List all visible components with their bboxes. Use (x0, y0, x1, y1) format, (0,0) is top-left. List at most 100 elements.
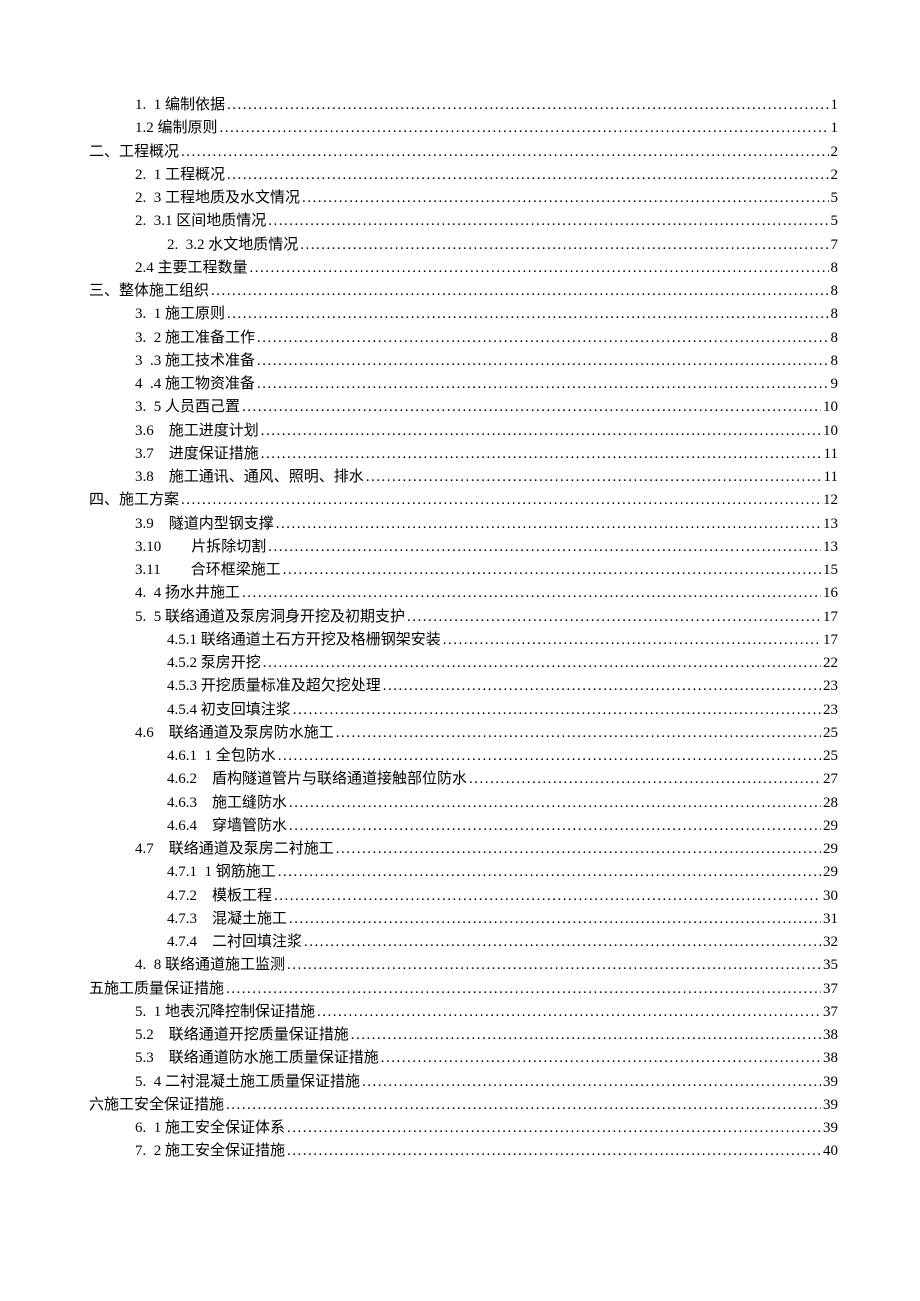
toc-leader-dots (287, 954, 821, 977)
toc-entry-label: 4.5.3 开挖质量标准及超欠挖处理 (167, 675, 381, 698)
toc-entry: 4.5.3 开挖质量标准及超欠挖处理 23 (89, 675, 838, 698)
toc-leader-dots (257, 327, 828, 350)
toc-entry: 3. 1 施工原则8 (89, 303, 838, 326)
toc-entry-label: 3.8 施工通讯、通风、照明、排水 (135, 466, 364, 489)
toc-entry: 4.6.1 1 全包防水25 (89, 745, 838, 768)
toc-entry-page: 37 (823, 1001, 838, 1024)
toc-entry-page: 29 (823, 861, 838, 884)
toc-entry-page: 35 (823, 954, 838, 977)
toc-entry: 4 .4 施工物资准备9 (89, 373, 838, 396)
toc-entry-page: 37 (823, 978, 838, 1001)
toc-leader-dots (407, 606, 821, 629)
toc-entry-page: 40 (823, 1140, 838, 1163)
toc-entry-label: 3.11 合环框梁施工 (135, 559, 281, 582)
toc-entry-page: 23 (823, 675, 838, 698)
toc-leader-dots (336, 838, 821, 861)
toc-entry: 3.9 隧道内型钢支撑13 (89, 513, 838, 536)
toc-entry-label: 4. 8 联络通道施工监测 (135, 954, 285, 977)
toc-entry-page: 16 (823, 582, 838, 605)
toc-entry-page: 31 (823, 908, 838, 931)
toc-entry: 7. 2 施工安全保证措施 40 (89, 1140, 838, 1163)
toc-entry-page: 28 (823, 792, 838, 815)
toc-entry-page: 12 (823, 489, 838, 512)
toc-entry: 4.6.4 穿墙管防水29 (89, 815, 838, 838)
toc-entry-label: 5. 5 联络通道及泵房洞身开挖及初期支护 (135, 606, 405, 629)
toc-entry: 3.7 进度保证措施11 (89, 443, 838, 466)
toc-leader-dots (302, 187, 828, 210)
toc-entry-page: 30 (823, 885, 838, 908)
toc-leader-dots (383, 675, 821, 698)
toc-entry-page: 23 (823, 699, 838, 722)
toc-entry-label: 4. 4 扬水井施工 (135, 582, 240, 605)
toc-leader-dots (287, 1117, 821, 1140)
toc-entry-page: 22 (823, 652, 838, 675)
toc-entry-label: 4.5.2 泵房开挖 (167, 652, 261, 675)
toc-leader-dots (366, 466, 822, 489)
toc-entry-page: 8 (831, 280, 839, 303)
toc-entry-page: 32 (823, 931, 838, 954)
toc-entry: 3.10 片拆除切割13 (89, 536, 838, 559)
toc-entry-label: 五施工质量保证措施 (89, 978, 224, 1001)
toc-leader-dots (227, 303, 828, 326)
toc-entry: 六施工安全保证措施39 (89, 1094, 838, 1117)
toc-entry-label: 2. 3.2 水文地质情况 (167, 234, 298, 257)
toc-entry-label: 4.7.1 1 钢筋施工 (167, 861, 276, 884)
toc-entry-page: 17 (823, 629, 838, 652)
toc-leader-dots (268, 210, 828, 233)
toc-entry-page: 15 (823, 559, 838, 582)
toc-entry-page: 10 (823, 420, 838, 443)
toc-entry-page: 8 (831, 327, 839, 350)
toc-entry-page: 2 (831, 141, 839, 164)
toc-entry: 二、工程概况 2 (89, 141, 838, 164)
toc-entry-label: 二、工程概况 (89, 141, 179, 164)
toc-leader-dots (274, 885, 821, 908)
toc-entry-page: 29 (823, 838, 838, 861)
toc-entry: 2. 3 工程地质及水文情况5 (89, 187, 838, 210)
toc-entry: 5.2 联络通道开挖质量保证措施38 (89, 1024, 838, 1047)
toc-entry: 4.5.1 联络通道土石方开挖及格栅钢架安装 17 (89, 629, 838, 652)
toc-entry-label: 2. 3 工程地质及水文情况 (135, 187, 300, 210)
toc-entry-page: 39 (823, 1094, 838, 1117)
toc-leader-dots (278, 861, 821, 884)
toc-entry-label: 7. 2 施工安全保证措施 (135, 1140, 285, 1163)
toc-leader-dots (300, 234, 828, 257)
toc-entry-page: 11 (824, 466, 838, 489)
toc-entry: 4.6 联络通道及泵房防水施工25 (89, 722, 838, 745)
toc-entry-label: 三、整体施工组织 (89, 280, 209, 303)
toc-entry: 3.8 施工通讯、通风、照明、排水 11 (89, 466, 838, 489)
toc-entry-page: 5 (831, 210, 839, 233)
toc-entry: 5. 4 二衬混凝土施工质量保证措施39 (89, 1071, 838, 1094)
toc-entry-label: 4.5.1 联络通道土石方开挖及格栅钢架安装 (167, 629, 441, 652)
toc-entry-label: 2. 1 工程概况 (135, 164, 225, 187)
toc-entry-label: 4.5.4 初支回填注浆 (167, 699, 291, 722)
toc-entry-page: 11 (824, 443, 838, 466)
toc-entry-label: 3.6 施工进度计划 (135, 420, 259, 443)
toc-entry-label: 5.2 联络通道开挖质量保证措施 (135, 1024, 349, 1047)
toc-entry-label: 2. 3.1 区间地质情况 (135, 210, 266, 233)
toc-leader-dots (227, 164, 828, 187)
toc-leader-dots (276, 513, 821, 536)
toc-entry-label: 3. 2 施工准备工作 (135, 327, 255, 350)
toc-leader-dots (257, 350, 828, 373)
toc-entry: 4. 4 扬水井施工 16 (89, 582, 838, 605)
toc-entry-label: 3.9 隧道内型钢支撑 (135, 513, 274, 536)
toc-leader-dots (181, 489, 821, 512)
toc-leader-dots (220, 117, 829, 140)
toc-entry-page: 1 (831, 117, 839, 140)
toc-entry-label: 3 .3 施工技术准备 (135, 350, 255, 373)
toc-leader-dots (278, 745, 821, 768)
toc-entry-page: 1 (831, 94, 839, 117)
toc-entry: 4.7.2 模板工程30 (89, 885, 838, 908)
toc-entry-label: 1.2 编制原则 (135, 117, 218, 140)
toc-entry-label: 5. 4 二衬混凝土施工质量保证措施 (135, 1071, 360, 1094)
toc-leader-dots (242, 396, 821, 419)
toc-leader-dots (362, 1071, 821, 1094)
toc-leader-dots (261, 420, 821, 443)
toc-entry: 4.7.3 混凝土施工31 (89, 908, 838, 931)
toc-leader-dots (287, 1140, 821, 1163)
toc-entry-label: 4.6.4 穿墙管防水 (167, 815, 287, 838)
toc-leader-dots (289, 815, 821, 838)
toc-leader-dots (336, 722, 821, 745)
toc-entry-page: 9 (831, 373, 839, 396)
toc-entry: 2. 3.1 区间地质情况 5 (89, 210, 838, 233)
